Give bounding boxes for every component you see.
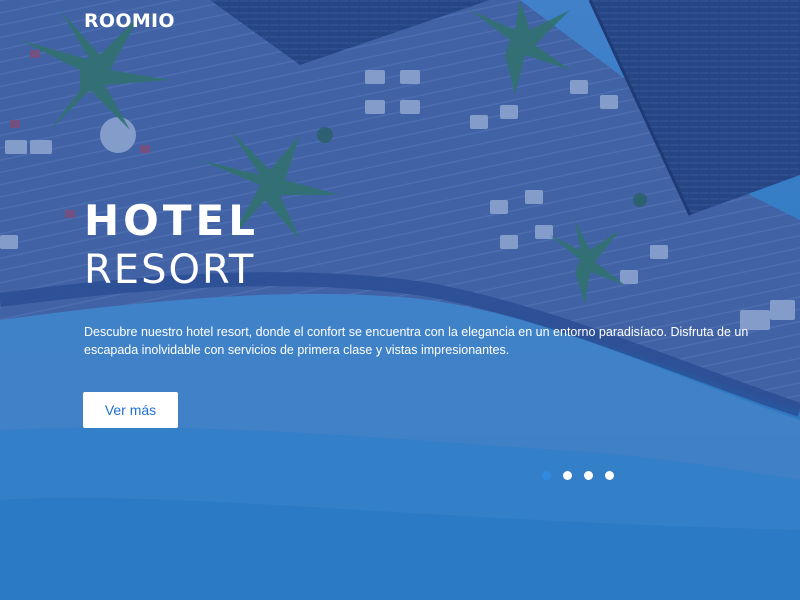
carousel-dot-3[interactable]: [584, 471, 593, 480]
hero-description: Descubre nuestro hotel resort, donde el …: [84, 325, 749, 357]
brand-logo[interactable]: ROOMIO: [84, 10, 175, 32]
hero-title-line1: HOTEL: [84, 196, 259, 245]
hero-title-line2: RESORT: [84, 247, 256, 293]
carousel-dot-4[interactable]: [605, 471, 614, 480]
hero-background-image: [0, 0, 800, 600]
ver-mas-button[interactable]: Ver más: [83, 392, 178, 428]
carousel-dot-1[interactable]: [542, 471, 551, 480]
carousel-indicators: [542, 471, 614, 480]
carousel-dot-2[interactable]: [563, 471, 572, 480]
hero-section: ROOMIO HOTEL RESORT Descubre nuestro hot…: [0, 0, 800, 600]
